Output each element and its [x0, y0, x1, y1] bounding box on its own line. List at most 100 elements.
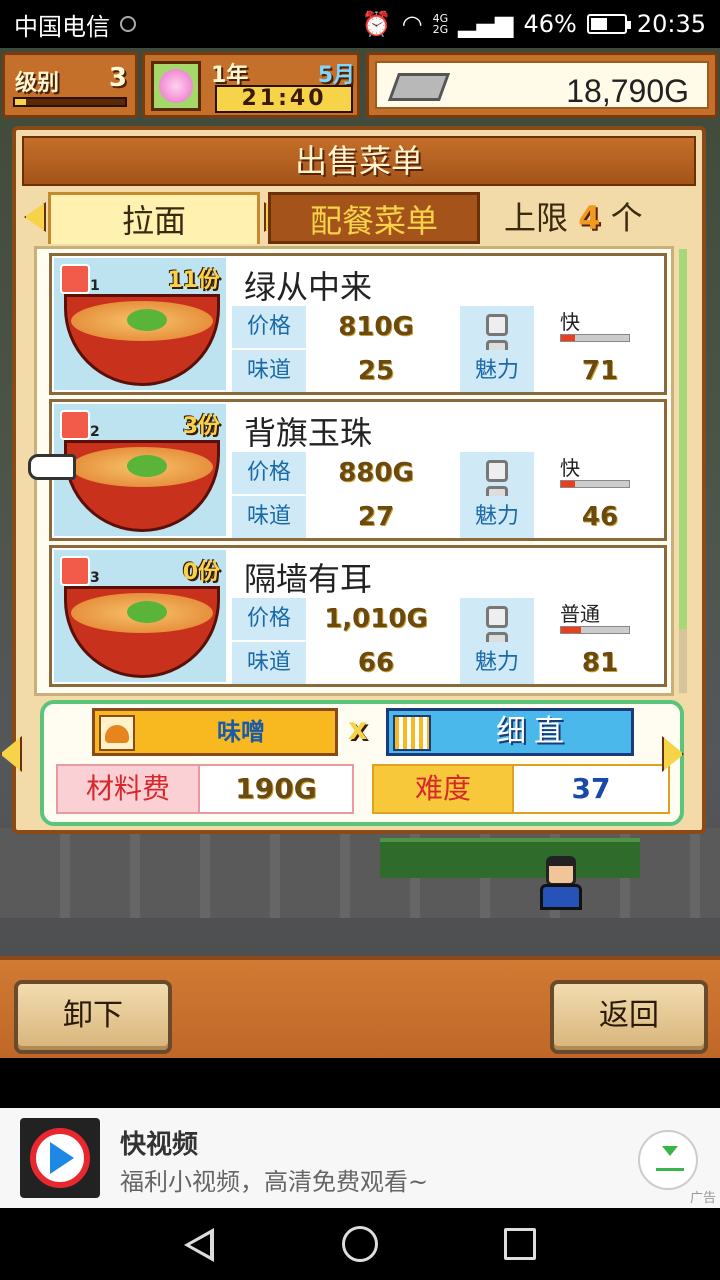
hedge-background: [380, 838, 640, 878]
price-value: 1,010G: [308, 598, 444, 640]
clock-time: 20:35: [636, 10, 706, 38]
ramen-bowl-icon: [64, 294, 220, 386]
stock-count: 0份: [182, 560, 220, 585]
pointing-hand-icon: [28, 454, 76, 480]
menu-list[interactable]: 1 11份 绿从中来 价格 810G 味道 25 快魅力 71 2 3份 背旗玉珠 价格 880G 味道 27…: [34, 246, 687, 696]
combine-symbol: x: [348, 712, 368, 747]
taste-label: 味道: [232, 496, 306, 538]
difficulty-value: 37: [514, 764, 670, 814]
cook-speed: 普通: [538, 598, 664, 640]
miso-soup-icon: [99, 715, 135, 751]
sales-menu-panel: 出售菜单 拉面 配餐菜单 上限 4 个 1 11份 绿从中来 价格 810G 味道 25 快魅…: [12, 126, 706, 834]
menu-item[interactable]: 2 3份 背旗玉珠 价格 880G 味道 27 快魅力 46: [49, 399, 667, 541]
ad-title: 快视频: [120, 1130, 199, 1160]
video-app-logo-icon: [20, 1118, 100, 1198]
ramen-image: 3 0份: [54, 550, 226, 682]
unload-button[interactable]: 卸下: [14, 980, 172, 1054]
network-2g: 2G: [432, 23, 449, 36]
cook-speed-label: 普通: [560, 602, 600, 626]
taste-value: 27: [308, 496, 444, 538]
soup-base-label: 味噌: [217, 718, 265, 746]
taste-label: 味道: [232, 642, 306, 684]
wifi-icon: ◠: [401, 10, 423, 38]
taste-value: 25: [308, 350, 444, 392]
panel-title: 出售菜单: [22, 136, 696, 186]
material-cost-label: 材料费: [56, 764, 200, 814]
cook-speed-bar: [560, 334, 630, 342]
list-scrollbar[interactable]: [679, 249, 687, 693]
nav-home-icon[interactable]: [342, 1226, 378, 1262]
level-value: 3: [108, 63, 127, 93]
ad-subtitle: 福利小视频，高清免费观看~: [120, 1168, 429, 1196]
menu-item[interactable]: 1 11份 绿从中来 价格 810G 味道 25 快魅力 71: [49, 253, 667, 395]
soup-base-selector[interactable]: 味噌: [92, 708, 338, 756]
nav-recent-apps-icon[interactable]: [504, 1228, 536, 1260]
cook-speed-label: 快: [560, 456, 580, 480]
download-icon[interactable]: [638, 1130, 698, 1190]
ramen-bowl-icon: [64, 586, 220, 678]
stock-count: 3份: [182, 414, 220, 439]
noodle-type-label: 细直: [496, 714, 572, 749]
cook-speed-bar: [560, 480, 630, 488]
money-display: 18,790G: [366, 52, 718, 118]
ramen-badge-icon: [60, 264, 90, 294]
ramen-image: 1 11份: [54, 258, 226, 390]
ramen-name: 隔墙有耳: [244, 560, 373, 598]
ramen-stats: 价格 1,010G 味道 66 普通魅力 81: [232, 596, 664, 684]
price-label: 价格: [232, 598, 306, 640]
level-progress-bar: [13, 97, 127, 107]
ramen-badge-icon: [60, 410, 90, 440]
game-clock: 21:40: [215, 85, 353, 113]
customer-sprite: [540, 856, 582, 914]
notification-icon: [120, 16, 136, 32]
taste-label: 味道: [232, 350, 306, 392]
ramen-stats: 价格 880G 味道 27 快魅力 46: [232, 450, 664, 538]
level-label: 级别: [15, 71, 60, 96]
price-label: 价格: [232, 306, 306, 348]
charm-value: 46: [536, 496, 664, 538]
ramen-name: 背旗玉珠: [244, 414, 373, 452]
price-value: 810G: [308, 306, 444, 348]
battery-icon: [586, 14, 631, 34]
difficulty-label: 难度: [372, 764, 514, 814]
menu-tabs: 拉面 配餐菜单 上限 4 个: [24, 192, 694, 244]
charm-label: 魅力: [460, 350, 534, 392]
ramen-bowl-icon: [64, 440, 220, 532]
cook-speed-label: 快: [560, 310, 580, 334]
ramen-number: 3: [90, 570, 100, 586]
charm-value: 81: [536, 642, 664, 684]
level-display: 级别 3: [2, 52, 138, 118]
ramen-number: 1: [90, 278, 100, 294]
cook-speed: 快: [538, 452, 664, 494]
nav-back-icon[interactable]: [184, 1228, 214, 1262]
ramen-number: 2: [90, 424, 100, 440]
charm-label: 魅力: [460, 642, 534, 684]
back-button[interactable]: 返回: [550, 980, 708, 1054]
system-nav-bar: [0, 1208, 720, 1280]
ramen-image: 2 3份: [54, 404, 226, 536]
ramen-name: 绿从中来: [244, 268, 373, 306]
limit-unit: 个: [610, 199, 643, 237]
cherry-blossom-icon: [151, 61, 201, 111]
silver-bar-icon: [387, 73, 451, 101]
battery-percent: 46%: [523, 10, 577, 38]
alarm-icon: ⏰: [361, 10, 392, 38]
material-cost-value: 190G: [200, 764, 354, 814]
tab-side-menu[interactable]: 配餐菜单: [268, 192, 480, 244]
money-amount: 18,790G: [566, 73, 689, 109]
menu-item[interactable]: 3 0份 隔墙有耳 价格 1,010G 味道 66 普通魅力 81: [49, 545, 667, 687]
noodle-type-selector[interactable]: 细直: [386, 708, 634, 756]
tab-prev-arrow-icon[interactable]: [24, 202, 46, 232]
cook-speed-bar: [560, 626, 630, 634]
charm-label: 魅力: [460, 496, 534, 538]
price-value: 880G: [308, 452, 444, 494]
stock-count: 11份: [167, 268, 220, 293]
ad-banner[interactable]: 快视频 福利小视频，高清免费观看~ 广告: [0, 1108, 720, 1208]
limit-label: 上限: [504, 199, 569, 237]
taste-value: 66: [308, 642, 444, 684]
ramen-badge-icon: [60, 556, 90, 586]
menu-limit: 上限 4 个: [504, 192, 643, 244]
tab-ramen[interactable]: 拉面: [48, 192, 260, 244]
bottom-toolbar: 卸下 返回: [0, 956, 720, 1058]
limit-value: 4: [578, 199, 601, 237]
